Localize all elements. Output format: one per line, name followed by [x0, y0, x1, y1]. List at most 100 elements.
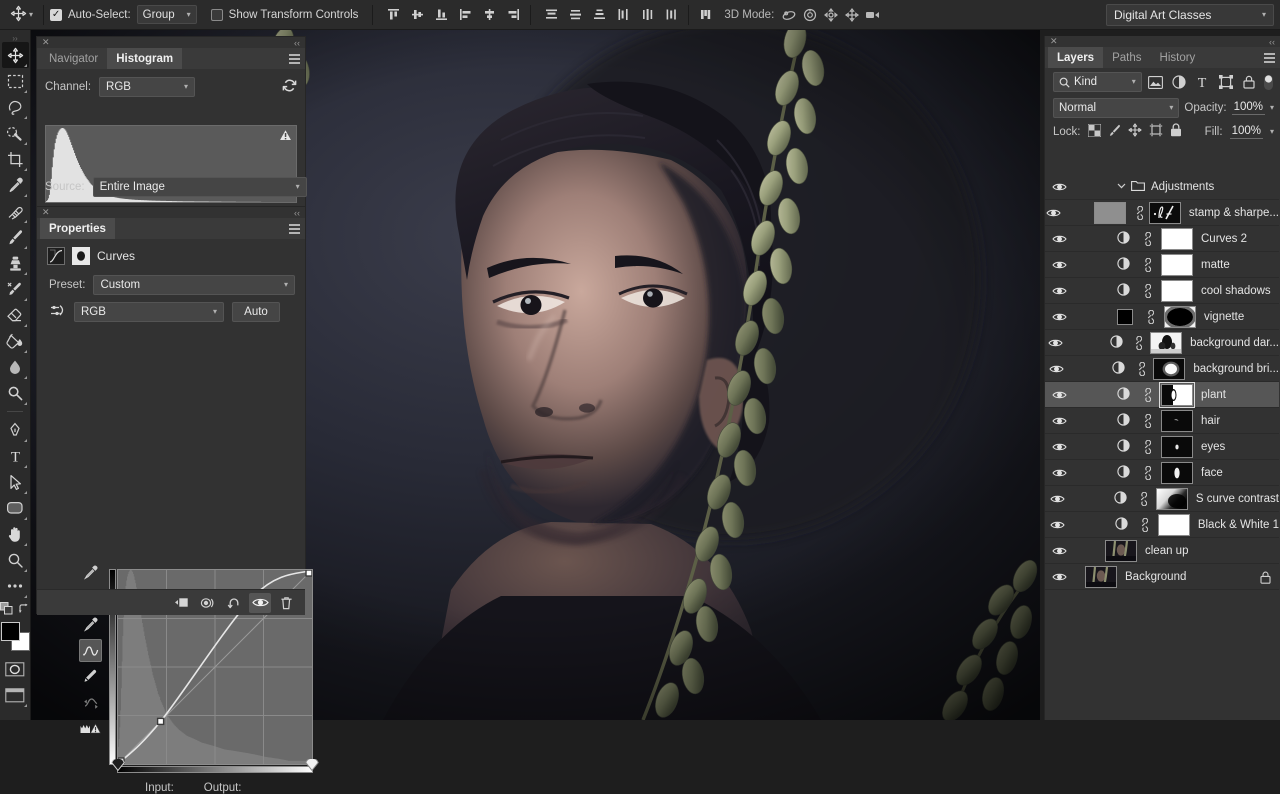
layer-visibility-toggle[interactable] [1045, 416, 1073, 426]
delete-adjustment-layer-button[interactable] [275, 593, 297, 613]
filter-kind-select[interactable]: Kind ▾ [1053, 72, 1142, 92]
layer-visibility-toggle[interactable] [1045, 208, 1062, 218]
layer-row[interactable]: background bri... [1045, 356, 1279, 382]
adjustment-layer-icon[interactable] [1115, 517, 1128, 533]
layer-mask-thumbnail[interactable] [1161, 462, 1193, 484]
layer-mask-thumbnail[interactable] [1161, 228, 1193, 250]
toggle-layer-visibility-button[interactable] [249, 593, 271, 613]
layer-row[interactable]: background dar... [1045, 330, 1279, 356]
collapse-icon[interactable]: ‹‹ [1269, 37, 1275, 47]
adjustment-layer-icon[interactable] [1112, 361, 1125, 377]
filter-pixel-icon[interactable] [1147, 72, 1165, 92]
link-mask-icon[interactable] [1136, 362, 1145, 376]
curve-channel-select[interactable]: RGB ▾ [74, 302, 224, 322]
adjustment-layer-icon[interactable] [1117, 387, 1130, 403]
on-image-adjust-icon[interactable] [49, 303, 66, 321]
link-mask-icon[interactable] [1142, 440, 1151, 454]
tool-preset-chevron-icon[interactable]: ▾ [29, 11, 33, 19]
layer-mask-thumbnail[interactable] [1161, 280, 1193, 302]
tab-histogram[interactable]: Histogram [107, 48, 182, 69]
eraser-tool[interactable] [2, 302, 29, 328]
layer-row[interactable]: Adjustments [1045, 174, 1279, 200]
screen-mode-button[interactable] [2, 682, 29, 708]
layer-mask-thumbnail[interactable] [1161, 436, 1193, 458]
distribute-horizontal-centers-icon[interactable] [637, 4, 658, 25]
lock-artboard-nesting-icon[interactable] [1149, 123, 1163, 140]
lock-image-pixels-icon[interactable] [1108, 124, 1121, 140]
adjustment-layer-icon[interactable] [1110, 335, 1123, 351]
panel-menu-icon[interactable] [1264, 53, 1274, 62]
link-mask-icon[interactable] [1139, 518, 1148, 532]
link-mask-icon[interactable] [1135, 362, 1146, 376]
tab-navigator[interactable]: Navigator [40, 48, 107, 69]
layer-row[interactable]: face [1045, 460, 1279, 486]
smooth-curve-button[interactable] [79, 691, 102, 714]
layer-thumbnail[interactable] [1094, 202, 1126, 224]
pen-tool[interactable] [2, 417, 29, 443]
spot-healing-brush-tool[interactable] [2, 198, 29, 224]
layer-mask-thumbnail[interactable] [1156, 488, 1188, 510]
slide-3d-icon[interactable] [841, 4, 862, 25]
gradient-tool[interactable] [2, 328, 29, 354]
link-mask-icon[interactable] [1138, 518, 1150, 532]
opacity-value[interactable]: 100% [1232, 101, 1265, 115]
draw-curve-pencil-tool[interactable] [79, 665, 102, 688]
link-mask-icon[interactable] [1133, 336, 1142, 350]
link-mask-icon[interactable] [1140, 388, 1153, 402]
link-mask-icon[interactable] [1137, 492, 1148, 506]
active-tool-preset[interactable]: ▾ [6, 5, 37, 25]
adjustment-layer-icon[interactable] [1117, 439, 1130, 455]
zoom-tool[interactable] [2, 547, 29, 573]
eyedropper-tool[interactable] [2, 172, 29, 198]
distribute-right-edges-icon[interactable] [661, 4, 682, 25]
rectangular-marquee-tool[interactable] [2, 68, 29, 94]
quick-mask-mode-button[interactable] [2, 656, 29, 682]
fill-stepper-chevron-icon[interactable]: ▾ [1270, 128, 1274, 136]
layer-mask-thumbnail[interactable] [1153, 358, 1185, 380]
layer-row[interactable]: vignette [1045, 304, 1279, 330]
layer-row[interactable]: Black & White 1 [1045, 512, 1279, 538]
auto-button[interactable]: Auto [232, 302, 280, 322]
dodge-tool[interactable] [2, 380, 29, 406]
quick-selection-tool[interactable] [2, 120, 29, 146]
panel-menu-icon[interactable] [289, 224, 299, 233]
layer-visibility-toggle[interactable] [1045, 442, 1073, 452]
filter-enable-toggle[interactable] [1263, 73, 1274, 91]
fill-value[interactable]: 100% [1230, 125, 1263, 139]
link-mask-icon[interactable] [1145, 310, 1154, 324]
layer-visibility-toggle[interactable] [1045, 520, 1071, 530]
hand-tool[interactable] [2, 521, 29, 547]
distribute-bottom-edges-icon[interactable] [589, 4, 610, 25]
layer-thumbnail[interactable] [1085, 566, 1117, 588]
lock-all-icon[interactable] [1170, 123, 1182, 140]
distribute-left-edges-icon[interactable] [613, 4, 634, 25]
lock-position-icon[interactable] [1128, 123, 1142, 140]
edit-points-curve-tool[interactable] [79, 639, 102, 662]
layer-mask-thumbnail[interactable] [1164, 306, 1196, 328]
tab-paths[interactable]: Paths [1103, 47, 1150, 68]
layer-thumbnail[interactable] [1105, 540, 1137, 562]
link-mask-icon[interactable] [1138, 492, 1147, 506]
foreground-color-swatch[interactable] [1, 622, 20, 641]
link-mask-icon[interactable] [1142, 232, 1151, 246]
layer-list[interactable]: Adjustments [1045, 174, 1279, 590]
path-selection-tool[interactable] [2, 469, 29, 495]
move-tool[interactable] [2, 42, 29, 68]
layer-row[interactable]: eyes [1045, 434, 1279, 460]
swap-colors-icon[interactable] [18, 603, 30, 618]
layer-visibility-toggle[interactable] [1045, 468, 1073, 478]
blend-mode-select[interactable]: Normal ▾ [1053, 98, 1179, 118]
source-select[interactable]: Entire Image ▾ [93, 177, 307, 197]
link-mask-icon[interactable] [1142, 258, 1151, 272]
align-bottom-edges-icon[interactable] [431, 4, 452, 25]
panel-menu-icon[interactable] [289, 54, 299, 63]
black-point-slider[interactable] [111, 759, 125, 774]
link-mask-icon[interactable] [1140, 232, 1153, 246]
show-transform-controls-checkbox[interactable] [211, 9, 223, 21]
layer-row[interactable]: hair [1045, 408, 1279, 434]
align-top-edges-icon[interactable] [383, 4, 404, 25]
layer-visibility-toggle[interactable] [1045, 338, 1066, 348]
layer-visibility-toggle[interactable] [1045, 546, 1073, 556]
layer-visibility-toggle[interactable] [1045, 234, 1073, 244]
brush-tool[interactable] [2, 224, 29, 250]
